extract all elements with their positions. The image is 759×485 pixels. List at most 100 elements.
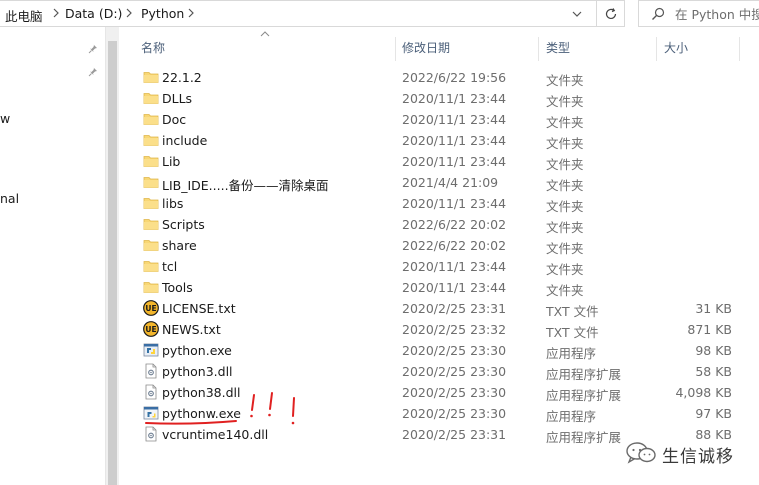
search-icon <box>652 7 665 20</box>
file-type: 应用程序 <box>546 409 597 424</box>
file-date: 2021/4/4 21:09 <box>402 175 499 190</box>
pin-icon[interactable] <box>88 42 100 54</box>
file-type: 应用程序扩展 <box>546 367 622 382</box>
breadcrumb-this-pc[interactable]: 此电脑 <box>5 6 43 25</box>
file-type: 文件夹 <box>546 136 584 151</box>
chevron-down-icon[interactable] <box>571 8 583 20</box>
file-name: tcl <box>162 259 178 274</box>
file-type: 文件夹 <box>546 115 584 130</box>
file-row[interactable]: Lib 2020/11/1 23:44 文件夹 <box>119 151 759 172</box>
nav-item-fragment[interactable]: nal <box>0 191 19 206</box>
search-box[interactable] <box>638 0 759 27</box>
folder-icon <box>143 216 159 232</box>
file-size: 98 KB <box>695 343 732 358</box>
file-row[interactable]: share 2022/6/22 20:02 文件夹 <box>119 235 759 256</box>
column-header-name[interactable]: 名称 <box>141 39 165 56</box>
file-row[interactable]: LIB_IDE.....备份——清除桌面 2021/4/4 21:09 文件夹 <box>119 172 759 193</box>
file-row[interactable]: python3.dll 2020/2/25 23:30 应用程序扩展 58 KB <box>119 361 759 382</box>
folder-icon <box>143 132 159 148</box>
file-type: 文件夹 <box>546 178 584 193</box>
column-header-size[interactable]: 大小 <box>664 39 688 56</box>
file-row[interactable]: Doc 2020/11/1 23:44 文件夹 <box>119 109 759 130</box>
folder-icon <box>143 111 159 127</box>
breadcrumb-python[interactable]: Python <box>141 6 184 21</box>
file-name: 22.1.2 <box>162 70 202 85</box>
file-row[interactable]: 22.1.2 2022/6/22 19:56 文件夹 <box>119 67 759 88</box>
file-date: 2022/6/22 20:02 <box>402 238 507 253</box>
file-name: Scripts <box>162 217 205 232</box>
folder-icon <box>143 237 159 253</box>
file-row[interactable]: UE NEWS.txt 2020/2/25 23:32 TXT 文件 871 KB <box>119 319 759 340</box>
file-type: 文件夹 <box>546 241 584 256</box>
file-row[interactable]: libs 2020/11/1 23:44 文件夹 <box>119 193 759 214</box>
file-name: libs <box>162 196 184 211</box>
file-name: include <box>162 133 208 148</box>
file-row[interactable]: python.exe 2020/2/25 23:30 应用程序 98 KB <box>119 340 759 361</box>
svg-text:UE: UE <box>145 325 156 334</box>
file-name: NEWS.txt <box>162 322 221 337</box>
column-divider[interactable] <box>395 37 396 61</box>
file-type: 应用程序扩展 <box>546 388 622 403</box>
file-type: TXT 文件 <box>546 304 599 319</box>
refresh-button[interactable] <box>597 0 625 27</box>
folder-icon <box>143 69 159 85</box>
folder-icon <box>143 195 159 211</box>
chevron-right-icon[interactable] <box>187 7 195 19</box>
file-row[interactable]: pythonw.exe 2020/2/25 23:30 应用程序 97 KB <box>119 403 759 424</box>
file-date: 2020/2/25 23:31 <box>402 427 507 442</box>
pythonw-exe-icon <box>143 405 159 421</box>
address-bar[interactable]: 此电脑 Data (D:) Python <box>0 0 597 27</box>
file-row[interactable]: Scripts 2022/6/22 20:02 文件夹 <box>119 214 759 235</box>
file-date: 2020/11/1 23:44 <box>402 91 507 106</box>
file-date: 2020/2/25 23:30 <box>402 385 507 400</box>
column-divider[interactable] <box>656 37 657 61</box>
svg-text:UE: UE <box>145 304 156 313</box>
python-exe-icon <box>143 342 159 358</box>
folder-icon <box>143 90 159 106</box>
file-type: 文件夹 <box>546 157 584 172</box>
file-name: python.exe <box>162 343 232 358</box>
file-name: DLLs <box>162 91 193 106</box>
nav-item-fragment[interactable]: w <box>0 111 10 126</box>
pin-icon[interactable] <box>88 65 100 77</box>
file-date: 2022/6/22 20:02 <box>402 217 507 232</box>
file-name: vcruntime140.dll <box>162 427 269 442</box>
chevron-right-icon[interactable] <box>125 7 133 19</box>
file-type: 文件夹 <box>546 73 584 88</box>
wechat-logo-icon <box>626 442 656 464</box>
search-input[interactable] <box>675 5 759 23</box>
file-type: 应用程序扩展 <box>546 430 622 445</box>
folder-icon <box>143 279 159 295</box>
file-date: 2020/11/1 23:44 <box>402 154 507 169</box>
column-divider[interactable] <box>538 37 539 61</box>
refresh-icon <box>605 8 617 20</box>
file-row[interactable]: UE LICENSE.txt 2020/2/25 23:31 TXT 文件 31 KB <box>119 298 759 319</box>
toolbar: 此电脑 Data (D:) Python <box>0 0 759 27</box>
file-row[interactable]: Tools 2020/11/1 23:44 文件夹 <box>119 277 759 298</box>
column-divider[interactable] <box>739 37 740 61</box>
file-date: 2020/11/1 23:44 <box>402 196 507 211</box>
file-date: 2020/11/1 23:44 <box>402 133 507 148</box>
file-date: 2020/2/25 23:30 <box>402 343 507 358</box>
column-header-type[interactable]: 类型 <box>546 39 570 56</box>
file-type: 文件夹 <box>546 283 584 298</box>
watermark-text: 生信诚移 <box>662 447 734 467</box>
file-row[interactable]: DLLs 2020/11/1 23:44 文件夹 <box>119 88 759 109</box>
column-header-date[interactable]: 修改日期 <box>402 39 450 56</box>
file-size: 4,098 KB <box>675 385 732 400</box>
nav-scrollbar-thumb[interactable] <box>108 41 117 485</box>
file-size: 58 KB <box>695 364 732 379</box>
file-row[interactable]: tcl 2020/11/1 23:44 文件夹 <box>119 256 759 277</box>
file-date: 2020/2/25 23:31 <box>402 301 507 316</box>
ultraedit-icon: UE <box>143 321 159 337</box>
dll-icon <box>143 426 159 442</box>
file-date: 2020/11/1 23:44 <box>402 280 507 295</box>
file-row[interactable]: python38.dll 2020/2/25 23:30 应用程序扩展 4,098 K… <box>119 382 759 403</box>
file-name: pythonw.exe <box>162 406 241 421</box>
dll-icon <box>143 363 159 379</box>
file-row[interactable]: include 2020/11/1 23:44 文件夹 <box>119 130 759 151</box>
breadcrumb-drive[interactable]: Data (D:) <box>65 6 122 21</box>
file-list: 名称 修改日期 类型 大小 22.1.2 2022/6/22 19:56 文件夹 DL… <box>119 27 759 485</box>
watermark: 生信诚移 <box>625 441 755 467</box>
chevron-right-icon[interactable] <box>52 7 60 19</box>
